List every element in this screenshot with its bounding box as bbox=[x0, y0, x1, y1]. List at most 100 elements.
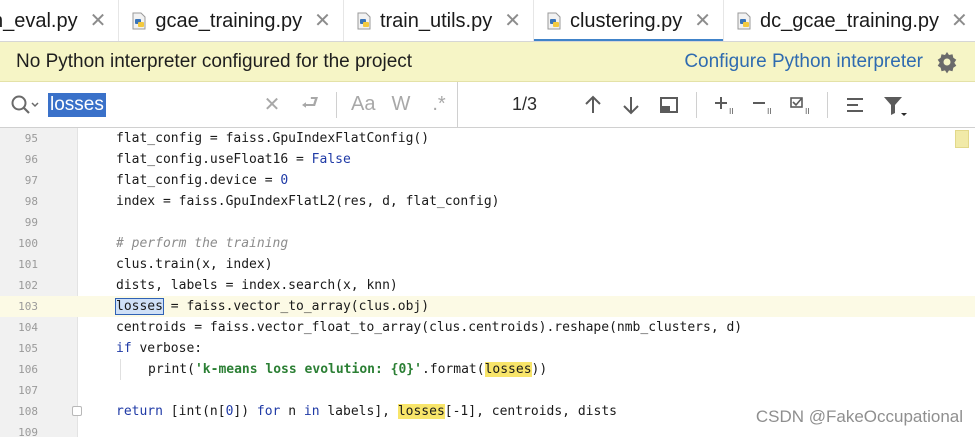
find-navigation: 1/3 II II II bbox=[458, 82, 975, 127]
code-token: )) bbox=[531, 362, 548, 377]
gear-icon[interactable] bbox=[935, 50, 959, 74]
tab-label: dc_gcae_training.py bbox=[760, 9, 940, 32]
interpreter-warning-banner: No Python interpreter configured for the… bbox=[0, 42, 975, 82]
search-query: losses bbox=[48, 92, 106, 117]
python-file-icon bbox=[129, 11, 149, 31]
code-line: 98 index = faiss.GpuIndexFlatL2(res, d, … bbox=[0, 191, 975, 212]
whole-words-toggle[interactable]: W bbox=[389, 93, 413, 116]
code-text: print('k-means loss evolution: {0}'.form… bbox=[148, 362, 547, 377]
tab-label: train_utils.py bbox=[379, 9, 493, 32]
fold-marker-icon[interactable] bbox=[72, 406, 82, 416]
tab-gcae-training[interactable]: gcae_training.py ✕ bbox=[119, 0, 344, 41]
line-number: 99 bbox=[24, 216, 38, 229]
find-actions: II II II bbox=[582, 91, 907, 118]
warning-stripe-marker[interactable] bbox=[955, 130, 969, 148]
tab-label: gcae_training.py bbox=[155, 9, 303, 32]
indent-guide bbox=[120, 359, 121, 380]
search-history-icon[interactable] bbox=[10, 94, 40, 116]
tab-clustering[interactable]: clustering.py ✕ bbox=[533, 0, 725, 41]
code-line: 101 clus.train(x, index) bbox=[0, 254, 975, 275]
code-text: flat_config.useFloat16 = False bbox=[116, 152, 351, 167]
line-number: 103 bbox=[18, 300, 38, 313]
line-number: 108 bbox=[18, 405, 38, 418]
tab-n-eval[interactable]: n_eval.py ✕ bbox=[0, 0, 120, 41]
svg-text:II: II bbox=[729, 107, 734, 116]
tab-train-utils[interactable]: train_utils.py ✕ bbox=[344, 0, 534, 41]
tab-label: clustering.py bbox=[569, 9, 683, 32]
comment-text: # perform the training bbox=[116, 236, 289, 251]
divider bbox=[696, 91, 697, 118]
line-number: 104 bbox=[18, 321, 38, 334]
search-in-selection-icon[interactable] bbox=[844, 94, 866, 116]
code-token: flat_config.device = bbox=[116, 173, 281, 188]
code-text: clus.train(x, index) bbox=[116, 257, 273, 272]
vertical-scrollbar[interactable] bbox=[965, 154, 973, 434]
code-token: flat_config.useFloat16 = bbox=[116, 152, 312, 167]
code-token: labels], bbox=[319, 404, 398, 419]
code-token: verbose: bbox=[131, 341, 203, 356]
match-counter: 1/3 bbox=[512, 94, 538, 114]
filter-search-results-icon[interactable] bbox=[658, 94, 680, 116]
code-line: 102 dists, labels = index.search(x, knn) bbox=[0, 275, 975, 296]
number-token: 0 bbox=[280, 173, 289, 188]
line-number: 101 bbox=[18, 258, 38, 271]
find-input-area: losses ✕ ⮐ Aa W .* bbox=[0, 82, 458, 127]
code-token: print( bbox=[148, 362, 195, 377]
code-line: 99 bbox=[0, 212, 975, 233]
code-text: if verbose: bbox=[116, 341, 202, 356]
line-number: 106 bbox=[18, 363, 38, 376]
line-number: 107 bbox=[18, 384, 38, 397]
new-line-icon[interactable]: ⮐ bbox=[298, 88, 322, 122]
search-input[interactable]: losses bbox=[48, 92, 248, 118]
match-case-toggle[interactable]: Aa bbox=[351, 93, 375, 116]
search-match-selected: losses bbox=[115, 298, 164, 315]
line-number: 96 bbox=[24, 153, 38, 166]
code-line: 95 flat_config = faiss.GpuIndexFlatConfi… bbox=[0, 128, 975, 149]
code-text: losses = faiss.vector_to_array(clus.obj) bbox=[115, 298, 430, 315]
line-number: 97 bbox=[24, 174, 38, 187]
line-number: 95 bbox=[24, 132, 38, 145]
tab-label: n_eval.py bbox=[0, 9, 78, 32]
code-text: flat_config.device = 0 bbox=[116, 173, 288, 188]
code-line: 107 bbox=[0, 380, 975, 401]
remove-selection-icon[interactable]: II bbox=[751, 94, 773, 116]
clear-icon[interactable]: ✕ bbox=[260, 92, 284, 117]
code-text: centroids = faiss.vector_float_to_array(… bbox=[116, 320, 743, 335]
editor-tab-bar: n_eval.py ✕ gcae_training.py ✕ train_uti… bbox=[0, 0, 975, 42]
code-line: 106 print('k-means loss evolution: {0}'.… bbox=[0, 359, 975, 380]
keyword-token: in bbox=[303, 404, 320, 419]
previous-occurrence-icon[interactable] bbox=[582, 94, 604, 116]
keyword-token: return bbox=[116, 404, 163, 419]
code-line: 104 centroids = faiss.vector_float_to_ar… bbox=[0, 317, 975, 338]
code-token: [int(n[ bbox=[162, 404, 226, 419]
code-editor[interactable]: 95 flat_config = faiss.GpuIndexFlatConfi… bbox=[0, 128, 975, 437]
string-token: 'k-means loss evolution: {0}' bbox=[194, 362, 422, 377]
find-toolbar: losses ✕ ⮐ Aa W .* 1/3 II II II bbox=[0, 82, 975, 128]
code-token: ]) bbox=[233, 404, 257, 419]
next-occurrence-icon[interactable] bbox=[620, 94, 642, 116]
close-icon[interactable]: ✕ bbox=[951, 11, 968, 31]
code-line: 105 if verbose: bbox=[0, 338, 975, 359]
line-number: 102 bbox=[18, 279, 38, 292]
keyword-token: if bbox=[116, 341, 132, 356]
filter-icon[interactable] bbox=[882, 94, 907, 116]
close-icon[interactable]: ✕ bbox=[504, 11, 521, 31]
python-file-icon bbox=[354, 11, 374, 31]
divider bbox=[827, 91, 828, 118]
add-selection-icon[interactable]: II bbox=[713, 94, 735, 116]
tab-dc-gcae-training[interactable]: dc_gcae_training.py ✕ bbox=[724, 0, 975, 41]
close-icon[interactable]: ✕ bbox=[694, 11, 711, 31]
code-token: [-1], centroids, dists bbox=[444, 404, 617, 419]
svg-text:II: II bbox=[805, 107, 810, 116]
configure-interpreter-link[interactable]: Configure Python interpreter bbox=[684, 51, 923, 73]
python-file-icon bbox=[544, 11, 564, 31]
python-file-icon bbox=[734, 11, 754, 31]
regex-toggle[interactable]: .* bbox=[427, 93, 451, 116]
close-icon[interactable]: ✕ bbox=[314, 11, 331, 31]
code-text: flat_config = faiss.GpuIndexFlatConfig() bbox=[116, 131, 430, 146]
code-token: = faiss.vector_to_array(clus.obj) bbox=[162, 299, 430, 314]
close-icon[interactable]: ✕ bbox=[90, 11, 107, 31]
select-all-occurrences-icon[interactable]: II bbox=[789, 94, 811, 116]
banner-message: No Python interpreter configured for the… bbox=[16, 50, 413, 72]
code-token: .format( bbox=[421, 362, 485, 377]
